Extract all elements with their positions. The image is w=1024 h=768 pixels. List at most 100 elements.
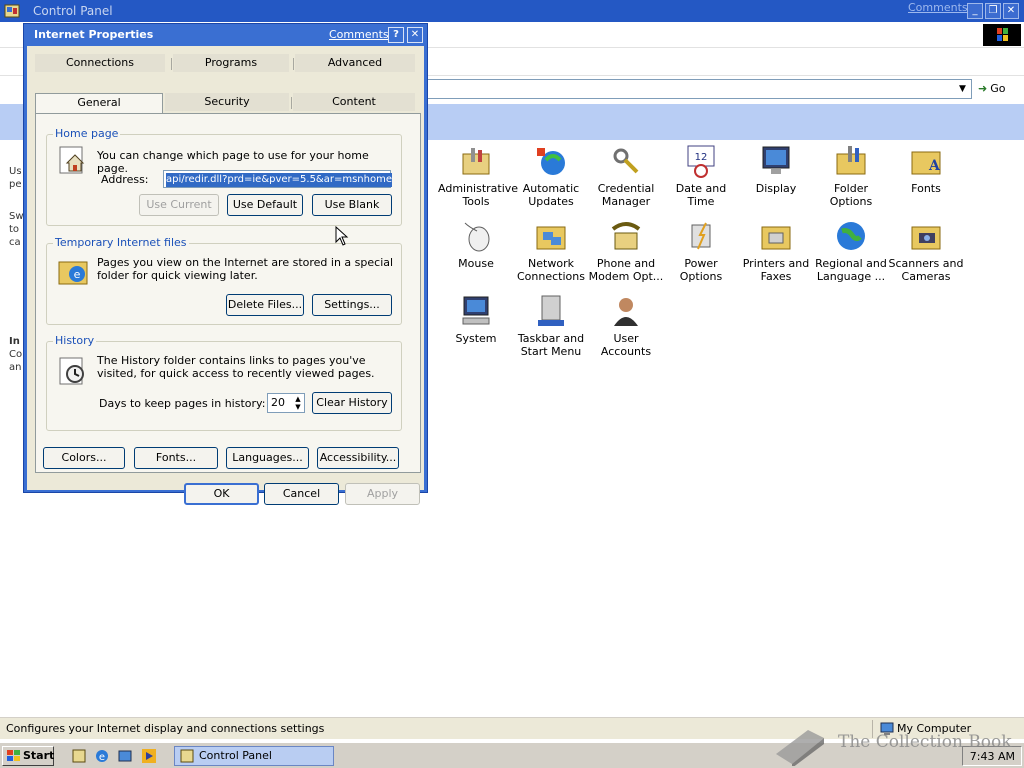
use-default-button[interactable]: Use Default bbox=[227, 194, 303, 216]
tab-content[interactable]: Content bbox=[293, 93, 415, 111]
cp-item-folder-options[interactable]: Folder Options bbox=[813, 144, 889, 208]
cp-item-automatic-updates[interactable]: Automatic Updates bbox=[513, 144, 589, 208]
cancel-button[interactable]: Cancel bbox=[264, 483, 339, 505]
tab-separator bbox=[293, 58, 294, 70]
left-pane-text: Sw bbox=[9, 211, 24, 222]
cp-item-mouse[interactable]: Mouse bbox=[438, 219, 514, 270]
address-dropdown-icon[interactable]: ▼ bbox=[954, 80, 971, 98]
temporary-files-settings-button[interactable]: Settings... bbox=[312, 294, 392, 316]
cp-item-administrative-tools[interactable]: Administrative Tools bbox=[438, 144, 518, 208]
history-icon bbox=[59, 357, 84, 385]
printers-faxes-icon bbox=[761, 226, 791, 250]
tab-connections[interactable]: Connections bbox=[35, 54, 165, 72]
temporary-files-icon: e bbox=[58, 261, 88, 285]
days-stepper[interactable]: 20 ▲ ▼ bbox=[267, 393, 305, 413]
cp-item-date-and-time[interactable]: 12 Date and Time bbox=[663, 144, 739, 208]
control-panel-icon bbox=[180, 749, 194, 763]
watermark: The Collection Book bbox=[772, 722, 1022, 766]
cp-item-printers-and-faxes[interactable]: Printers and Faxes bbox=[738, 219, 814, 283]
clear-history-button[interactable]: Clear History bbox=[312, 392, 392, 414]
internet-explorer-icon[interactable]: e bbox=[94, 748, 110, 764]
main-comments-link[interactable]: Comments? bbox=[908, 1, 973, 14]
home-page-address-input[interactable]: api/redir.dll?prd=ie&pver=5.5&ar=msnhome bbox=[163, 170, 392, 188]
automatic-updates-icon bbox=[537, 148, 565, 175]
left-pane-text: In bbox=[9, 336, 20, 347]
close-button[interactable]: ✕ bbox=[1003, 3, 1019, 19]
cp-item-fonts[interactable]: A Fonts bbox=[888, 144, 964, 195]
left-pane-text: Co bbox=[9, 349, 23, 360]
home-page-legend: Home page bbox=[53, 127, 121, 140]
restore-button[interactable]: ❐ bbox=[985, 3, 1001, 19]
accessibility-button[interactable]: Accessibility... bbox=[317, 447, 399, 469]
cp-item-user-accounts[interactable]: User Accounts bbox=[588, 294, 664, 358]
taskbar-start-menu-icon bbox=[538, 295, 564, 326]
go-arrow-icon: ➜ bbox=[978, 82, 988, 95]
address-input[interactable] bbox=[426, 79, 972, 99]
use-blank-button[interactable]: Use Blank bbox=[312, 194, 392, 216]
left-pane-text: to bbox=[9, 224, 20, 235]
credential-manager-icon bbox=[613, 148, 639, 174]
temporary-files-legend: Temporary Internet files bbox=[53, 236, 189, 249]
media-player-icon[interactable] bbox=[141, 748, 157, 764]
apply-button[interactable]: Apply bbox=[345, 483, 420, 505]
dialog-title: Internet Properties bbox=[34, 28, 154, 41]
date-time-icon: 12 bbox=[687, 145, 715, 178]
mouse-icon bbox=[464, 222, 490, 252]
windows-logo-icon bbox=[983, 24, 1021, 46]
days-label: Days to keep pages in history: bbox=[99, 397, 266, 410]
tab-separator bbox=[171, 58, 172, 70]
spin-up-icon[interactable]: ▲ bbox=[293, 395, 303, 403]
cp-item-taskbar-and-start-menu[interactable]: Taskbar and Start Menu bbox=[513, 294, 589, 358]
minimize-button[interactable]: _ bbox=[967, 3, 983, 19]
start-button[interactable]: Start bbox=[2, 746, 54, 766]
temporary-files-group: Temporary Internet files e Pages you vie… bbox=[46, 236, 402, 325]
folder-options-icon bbox=[836, 146, 866, 175]
spin-down-icon[interactable]: ▼ bbox=[293, 403, 303, 411]
languages-button[interactable]: Languages... bbox=[226, 447, 309, 469]
status-text: Configures your Internet display and con… bbox=[6, 722, 325, 735]
cp-item-phone-and-modem[interactable]: Phone and Modem Opt... bbox=[588, 219, 664, 283]
windows-flag-icon bbox=[7, 750, 20, 761]
ok-button[interactable]: OK bbox=[184, 483, 259, 505]
cp-item-power-options[interactable]: Power Options bbox=[663, 219, 739, 283]
dialog-comments-link[interactable]: Comments? bbox=[329, 28, 394, 41]
main-titlebar: Control Panel Comments? _ ❐ ✕ bbox=[0, 0, 1024, 22]
tab-general[interactable]: General bbox=[35, 93, 163, 113]
colors-button[interactable]: Colors... bbox=[43, 447, 125, 469]
mouse-cursor-icon bbox=[335, 226, 349, 246]
control-panel-icon bbox=[4, 4, 20, 18]
taskbar-button-control-panel[interactable]: Control Panel bbox=[174, 746, 334, 766]
cp-item-display[interactable]: Display bbox=[738, 144, 814, 195]
delete-files-button[interactable]: Delete Files... bbox=[226, 294, 304, 316]
cp-item-scanners-and-cameras[interactable]: Scanners and Cameras bbox=[888, 219, 964, 283]
dialog-body: Connections Programs Advanced General Se… bbox=[27, 46, 424, 505]
tab-advanced[interactable]: Advanced bbox=[295, 54, 415, 72]
temporary-files-description: Pages you view on the Internet are store… bbox=[97, 256, 394, 282]
tab-security[interactable]: Security bbox=[165, 93, 289, 111]
tab-programs[interactable]: Programs bbox=[173, 54, 289, 72]
cp-item-regional-and-language[interactable]: Regional and Language ... bbox=[813, 219, 889, 283]
left-pane-text: ca bbox=[9, 237, 21, 248]
go-button[interactable]: ➜ Go bbox=[978, 79, 1020, 99]
regional-language-icon bbox=[837, 222, 865, 250]
home-page-icon bbox=[59, 146, 85, 174]
system-icon bbox=[462, 296, 490, 325]
book-icon bbox=[776, 730, 824, 766]
use-current-button[interactable]: Use Current bbox=[139, 194, 219, 216]
history-description: The History folder contains links to pag… bbox=[97, 354, 375, 380]
svg-text:12: 12 bbox=[695, 152, 708, 163]
cp-item-system[interactable]: System bbox=[438, 294, 514, 345]
cp-item-network-connections[interactable]: Network Connections bbox=[513, 219, 589, 283]
fonts-icon: A bbox=[911, 151, 941, 175]
history-group: History The History folder contains link… bbox=[46, 334, 402, 431]
left-pane-text: Us bbox=[9, 166, 22, 177]
svg-text:e: e bbox=[74, 268, 81, 281]
show-desktop-icon[interactable] bbox=[71, 748, 87, 764]
address-label: Address: bbox=[101, 173, 149, 186]
dialog-close-button[interactable]: ✕ bbox=[407, 27, 423, 43]
fonts-button[interactable]: Fonts... bbox=[134, 447, 218, 469]
cp-item-credential-manager[interactable]: Credential Manager bbox=[588, 144, 664, 208]
display-icon bbox=[762, 146, 790, 174]
network-icon[interactable] bbox=[117, 748, 133, 764]
help-button[interactable]: ? bbox=[388, 27, 404, 43]
